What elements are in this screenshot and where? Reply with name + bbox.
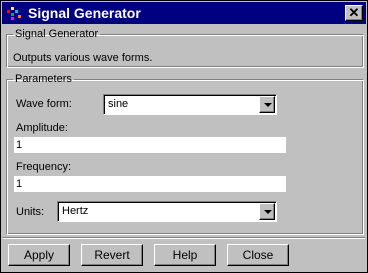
wave-form-label: Wave form:	[16, 98, 72, 110]
parameters-group-legend: Parameters	[15, 73, 72, 85]
button-bar-divider	[3, 237, 365, 239]
revert-button[interactable]: Revert	[81, 244, 143, 266]
signal-generator-app-icon	[6, 5, 22, 21]
close-icon: ✕	[348, 5, 360, 20]
close-button[interactable]: Close	[227, 244, 289, 266]
wave-form-value: sine	[108, 98, 129, 110]
units-select[interactable]: Hertz	[57, 201, 277, 222]
frequency-input[interactable]	[14, 176, 286, 192]
title-bar[interactable]: Signal Generator ✕	[2, 2, 366, 24]
chevron-down-icon[interactable]	[259, 96, 275, 113]
description-text: Outputs various wave forms.	[13, 52, 153, 64]
amplitude-label: Amplitude:	[16, 122, 68, 134]
signal-generator-window: Signal Generator ✕ Signal Generator Outp…	[0, 0, 368, 273]
frequency-label: Frequency:	[16, 161, 72, 173]
help-button[interactable]: Help	[154, 244, 216, 266]
chevron-down-icon[interactable]	[259, 203, 275, 220]
info-group: Signal Generator Outputs various wave fo…	[6, 28, 364, 68]
wave-form-select[interactable]: sine	[103, 94, 277, 115]
apply-button[interactable]: Apply	[8, 244, 70, 266]
close-window-button[interactable]: ✕	[345, 5, 363, 21]
window-title: Signal Generator	[28, 5, 141, 21]
amplitude-input[interactable]	[14, 137, 286, 153]
units-value: Hertz	[62, 205, 89, 217]
units-label: Units:	[16, 206, 45, 218]
info-group-legend: Signal Generator	[15, 28, 99, 40]
